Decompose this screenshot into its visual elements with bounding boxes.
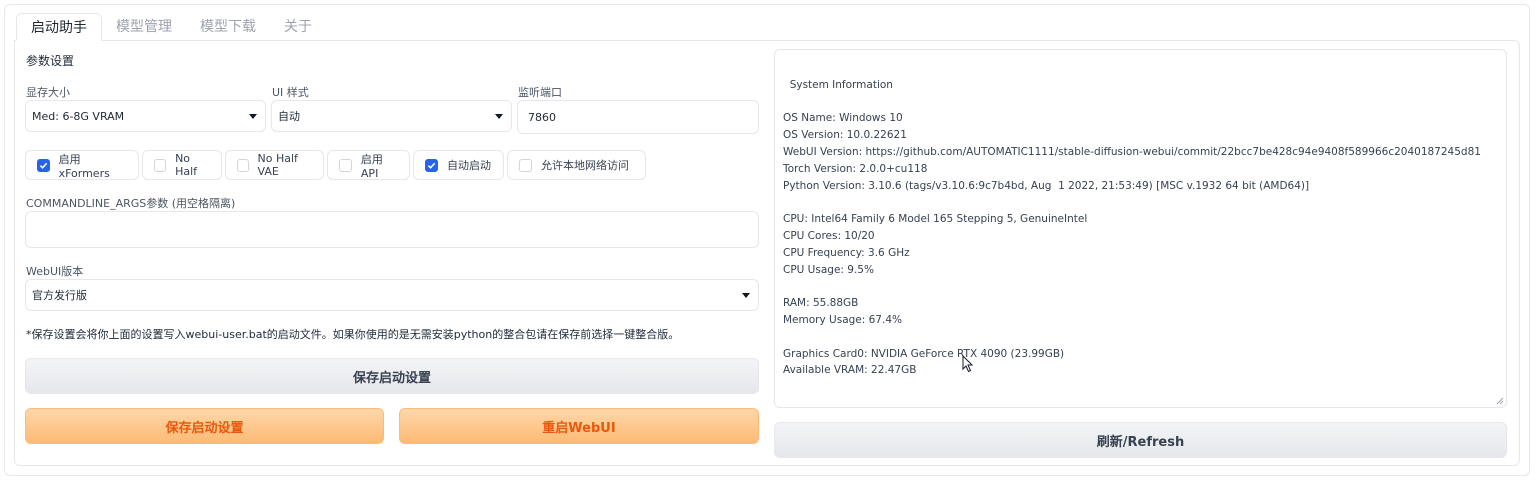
- webui-version-value: 官方发行版: [32, 289, 87, 302]
- ui-style-label: UI 样式: [272, 86, 309, 99]
- section-title: 参数设置: [26, 54, 75, 68]
- vram-label: 显存大小: [26, 86, 70, 99]
- restart-webui-button[interactable]: 重启WebUI: [399, 408, 759, 444]
- checkbox-label: 启用API: [360, 152, 383, 180]
- checkbox-autolaunch[interactable]: 自动启动: [413, 150, 504, 180]
- system-info-textarea[interactable]: System Information OS Name: Windows 10 O…: [774, 49, 1507, 408]
- vram-value: Med: 6-8G VRAM: [32, 109, 125, 123]
- checkbox-label: No Half: [175, 152, 198, 178]
- resize-handle-icon[interactable]: [1496, 397, 1504, 405]
- webui-version-label: WebUI版本: [26, 265, 84, 278]
- tab-model-download[interactable]: 模型下载: [186, 13, 270, 41]
- chevron-down-icon: [495, 114, 503, 119]
- chevron-down-icon: [742, 293, 750, 298]
- checkbox-checked-icon: [425, 158, 438, 172]
- checkbox-no-half[interactable]: No Half: [142, 150, 222, 180]
- webui-version-select[interactable]: 官方发行版: [25, 279, 759, 311]
- mouse-cursor-icon: [962, 355, 974, 373]
- ui-style-value: 自动: [278, 110, 300, 123]
- tab-launcher[interactable]: 启动助手: [16, 13, 102, 41]
- checkbox-label: 自动启动: [447, 159, 491, 172]
- tab-bar: 启动助手 模型管理 模型下载 关于: [16, 13, 326, 41]
- checkbox-checked-icon: [37, 158, 50, 172]
- tab-model-management[interactable]: 模型管理: [102, 13, 186, 41]
- port-input[interactable]: 7860: [517, 100, 759, 134]
- chevron-down-icon: [249, 114, 257, 119]
- refresh-button[interactable]: 刷新/Refresh: [774, 422, 1507, 458]
- checkbox-unchecked-icon: [154, 158, 167, 172]
- checkbox-label: 允许本地网络访问: [541, 159, 629, 172]
- save-settings-button-grey[interactable]: 保存启动设置: [25, 358, 759, 394]
- vram-select[interactable]: Med: 6-8G VRAM: [25, 100, 266, 132]
- system-info-text: System Information OS Name: Windows 10 O…: [783, 78, 1481, 377]
- save-settings-button[interactable]: 保存启动设置: [25, 408, 384, 444]
- checkbox-label: No Half VAE: [257, 152, 298, 178]
- port-label: 监听端口: [518, 86, 562, 99]
- tab-about[interactable]: 关于: [270, 13, 326, 41]
- checkbox-unchecked-icon: [519, 158, 532, 172]
- checkbox-no-half-vae[interactable]: No Half VAE: [225, 150, 324, 180]
- checkbox-xformers[interactable]: 启用xFormers: [25, 150, 139, 180]
- port-value: 7860: [528, 110, 556, 124]
- ui-style-select[interactable]: 自动: [271, 100, 512, 132]
- checkbox-unchecked-icon: [237, 158, 249, 172]
- checkbox-unchecked-icon: [339, 158, 352, 172]
- cmdline-input[interactable]: [25, 211, 759, 248]
- checkbox-api[interactable]: 启用API: [327, 150, 410, 180]
- checkbox-listen-lan[interactable]: 允许本地网络访问: [507, 150, 646, 180]
- checkbox-label: 启用xFormers: [58, 152, 110, 180]
- save-note: *保存设置会将你上面的设置写入webui-user.bat的启动文件。如果你使用…: [26, 328, 680, 341]
- cmdline-label: COMMANDLINE_ARGS参数 (用空格隔离): [26, 197, 236, 210]
